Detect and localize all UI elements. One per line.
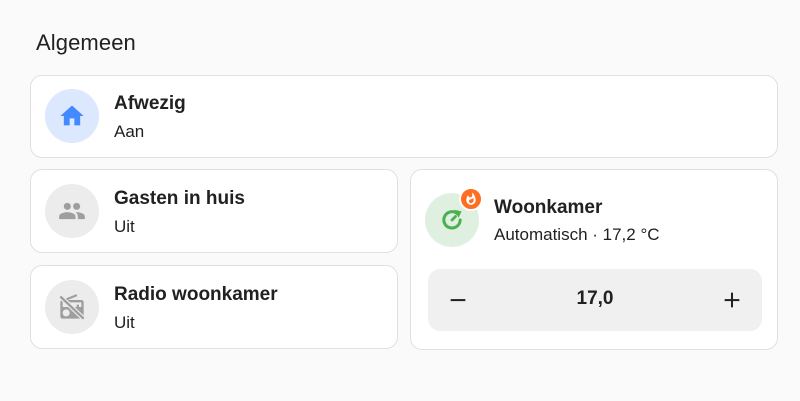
tile-state: Uit	[114, 217, 135, 236]
tile-afwezig[interactable]: Afwezig Aan	[30, 75, 778, 158]
target-temperature-stepper[interactable]: 17,0	[428, 269, 762, 331]
tile-gasten-in-huis[interactable]: Gasten in huis Uit	[30, 169, 398, 253]
tile-state: Automatisch · 17,2 °C	[494, 225, 660, 244]
account-group-icon[interactable]	[45, 184, 99, 238]
radio-off-icon[interactable]	[45, 280, 99, 334]
increase-temperature-button[interactable]	[702, 269, 762, 331]
fire-icon	[459, 187, 483, 211]
tile-name: Afwezig	[114, 93, 186, 114]
tile-state: Uit	[114, 313, 135, 332]
tile-radio-woonkamer[interactable]: Radio woonkamer Uit	[30, 265, 398, 349]
tile-name: Woonkamer	[494, 197, 603, 218]
tile-name: Gasten in huis	[114, 188, 245, 209]
home-icon[interactable]	[45, 89, 99, 143]
tile-state: Aan	[114, 122, 145, 141]
tile-woonkamer-thermostat[interactable]: Woonkamer Automatisch · 17,2 °C 17,0	[410, 169, 778, 350]
plus-icon	[724, 292, 740, 308]
section-title: Algemeen	[36, 30, 136, 55]
tile-name: Radio woonkamer	[114, 284, 278, 305]
